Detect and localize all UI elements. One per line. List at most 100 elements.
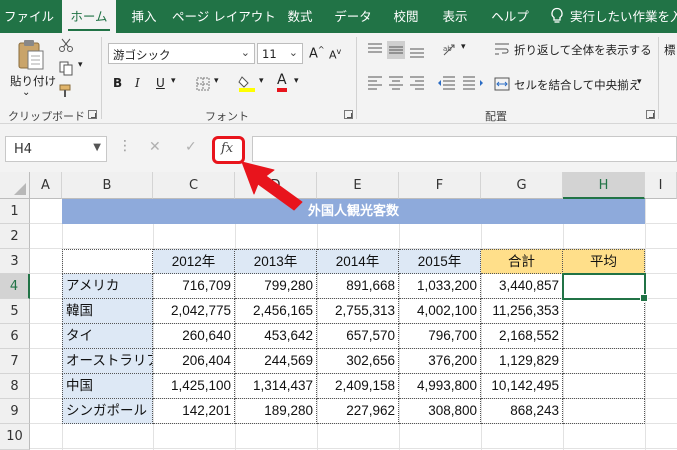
column-header-h[interactable]: H	[563, 172, 645, 199]
column-header-c[interactable]: C	[153, 172, 235, 199]
total-cell[interactable]: 868,243	[481, 399, 563, 424]
tab-help[interactable]: ヘルプ	[484, 0, 536, 33]
data-cell[interactable]: 796,700	[399, 324, 481, 349]
row-header-2[interactable]: 2	[0, 224, 30, 249]
vertical-align-icons[interactable]	[366, 41, 426, 59]
average-cell[interactable]	[563, 374, 645, 399]
header-cell[interactable]: 2012年	[153, 249, 235, 274]
data-cell[interactable]: 1,425,100	[153, 374, 235, 399]
average-cell[interactable]	[563, 399, 645, 424]
indent-icons[interactable]	[437, 75, 487, 91]
number-format-select[interactable]: 標	[664, 42, 676, 58]
font-size-select[interactable]: 11 ⌄	[257, 43, 303, 64]
tab-view[interactable]: 表示	[433, 0, 477, 33]
column-header-e[interactable]: E	[317, 172, 399, 199]
data-cell[interactable]: 657,570	[317, 324, 399, 349]
data-cell[interactable]: 376,200	[399, 349, 481, 374]
copy-dropdown-icon[interactable]: ▾	[78, 60, 83, 70]
tab-review[interactable]: 校閲	[384, 0, 428, 33]
average-cell[interactable]	[563, 299, 645, 324]
data-cell[interactable]: 308,800	[399, 399, 481, 424]
data-cell[interactable]: 244,569	[235, 349, 317, 374]
total-cell[interactable]: 1,129,829	[481, 349, 563, 374]
header-cell[interactable]: 2013年	[235, 249, 317, 274]
paste-dropdown-icon[interactable]: ⌄	[22, 87, 30, 98]
paste-icon[interactable]	[16, 39, 46, 71]
data-cell[interactable]: 2,409,158	[317, 374, 399, 399]
data-cell[interactable]: 2,755,313	[317, 299, 399, 324]
column-header-a[interactable]: A	[30, 172, 62, 199]
active-cell-cursor[interactable]	[562, 273, 648, 302]
paste-button[interactable]: 貼り付け	[10, 73, 56, 89]
data-cell[interactable]: 4,002,100	[399, 299, 481, 324]
select-all-button[interactable]	[0, 172, 30, 199]
worksheet-grid[interactable]: A B C D E F G H I 1 2 3 4 5 6 7 8 9 10 外…	[0, 172, 677, 450]
tab-home[interactable]: ホーム	[62, 0, 116, 33]
tab-data[interactable]: データ	[328, 0, 378, 33]
total-cell[interactable]: 3,440,857	[481, 274, 563, 299]
data-cell[interactable]: 453,642	[235, 324, 317, 349]
alignment-launcher-icon[interactable]	[646, 110, 655, 119]
data-cell[interactable]: 2,042,775	[153, 299, 235, 324]
clipboard-launcher-icon[interactable]	[88, 110, 97, 119]
italic-button[interactable]: I	[135, 76, 140, 90]
borders-icon[interactable]	[196, 77, 210, 91]
tab-formulas[interactable]: 数式	[277, 0, 323, 33]
row-header-10[interactable]: 10	[0, 424, 30, 450]
row-header-8[interactable]: 8	[0, 374, 30, 399]
row-header-1[interactable]: 1	[0, 199, 30, 224]
column-header-g[interactable]: G	[481, 172, 563, 199]
horizontal-align-icons[interactable]	[366, 75, 446, 91]
header-cell[interactable]: 2014年	[317, 249, 399, 274]
tell-me-search[interactable]: 実行したい作業を入	[570, 0, 677, 33]
average-cell[interactable]	[563, 324, 645, 349]
data-cell[interactable]: 302,656	[317, 349, 399, 374]
cut-icon[interactable]	[58, 37, 74, 53]
data-cell[interactable]: 891,668	[317, 274, 399, 299]
row-header-3[interactable]: 3	[0, 249, 30, 274]
underline-dropdown-icon[interactable]: ▾	[171, 76, 176, 86]
underline-button[interactable]: U	[156, 76, 165, 90]
row-label-cell[interactable]: タイ	[62, 324, 153, 349]
row-header-7[interactable]: 7	[0, 349, 30, 374]
merge-center-button[interactable]: セルを結合して中央揃え	[514, 77, 640, 93]
font-name-select[interactable]: 游ゴシック ⌄	[108, 43, 255, 64]
average-cell[interactable]	[563, 349, 645, 374]
data-cell[interactable]: 260,640	[153, 324, 235, 349]
name-box[interactable]: H4 ▼	[5, 136, 107, 162]
data-cell[interactable]: 189,280	[235, 399, 317, 424]
tab-page-layout[interactable]: ページ レイアウト	[172, 0, 276, 33]
total-cell[interactable]: 10,142,495	[481, 374, 563, 399]
total-cell[interactable]: 11,256,353	[481, 299, 563, 324]
row-label-cell[interactable]: オーストラリア	[62, 349, 153, 374]
header-cell[interactable]: 2015年	[399, 249, 481, 274]
orientation-icon[interactable]: ab	[441, 41, 459, 59]
header-cell-total[interactable]: 合計	[481, 249, 563, 274]
data-cell[interactable]: 4,993,800	[399, 374, 481, 399]
row-header-6[interactable]: 6	[0, 324, 30, 349]
font-color-icon[interactable]: A	[277, 73, 287, 92]
copy-icon[interactable]	[58, 60, 74, 76]
formula-input[interactable]	[252, 136, 677, 162]
wrap-text-button[interactable]: 折り返して全体を表示する	[514, 42, 652, 58]
data-cell[interactable]: 1,314,437	[235, 374, 317, 399]
bold-button[interactable]: B	[113, 76, 122, 90]
increase-font-size-button[interactable]: A^	[309, 45, 325, 61]
column-header-f[interactable]: F	[399, 172, 481, 199]
row-label-cell[interactable]: アメリカ	[62, 274, 153, 299]
data-cell[interactable]: 206,404	[153, 349, 235, 374]
fill-color-dropdown-icon[interactable]: ▾	[259, 76, 264, 86]
data-cell[interactable]: 227,962	[317, 399, 399, 424]
orientation-dropdown-icon[interactable]: ▾	[461, 42, 466, 52]
fill-color-icon[interactable]	[238, 73, 256, 93]
row-header-4[interactable]: 4	[0, 274, 30, 299]
data-cell[interactable]: 716,709	[153, 274, 235, 299]
sheet-title[interactable]: 外国人観光客数	[62, 199, 645, 224]
font-launcher-icon[interactable]	[344, 110, 353, 119]
merge-dropdown-icon[interactable]: ▾	[637, 77, 642, 87]
total-cell[interactable]: 2,168,552	[481, 324, 563, 349]
row-header-5[interactable]: 5	[0, 299, 30, 324]
column-header-i[interactable]: I	[645, 172, 677, 199]
row-label-cell[interactable]: 韓国	[62, 299, 153, 324]
lightbulb-icon[interactable]	[549, 7, 565, 25]
